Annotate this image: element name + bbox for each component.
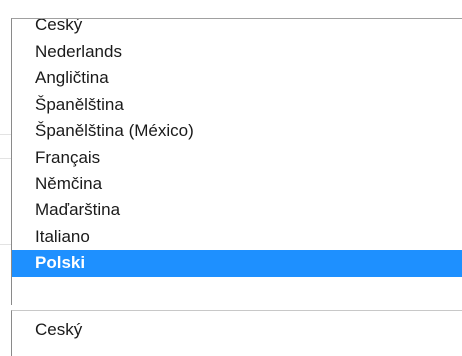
language-option-polski[interactable]: Polski — [12, 250, 462, 277]
language-option-spanelstina[interactable]: Španělština — [12, 92, 462, 118]
language-option-francais[interactable]: Français — [12, 145, 462, 171]
language-dropdown-list[interactable]: Ceský Nederlands Angličtina Španělština … — [11, 18, 462, 305]
language-option-madarstina[interactable]: Maďarština — [12, 197, 462, 223]
language-option-nemcina[interactable]: Němčina — [12, 171, 462, 197]
language-select-screen: Ceský Nederlands Angličtina Španělština … — [0, 0, 462, 356]
language-option-spanelstina-mexico[interactable]: Španělština (México) — [12, 118, 462, 144]
language-option-anglictina[interactable]: Angličtina — [12, 65, 462, 91]
language-select-value: Ceský — [35, 320, 83, 339]
language-select[interactable]: Ceský — [11, 310, 462, 356]
language-option-cesky[interactable]: Ceský — [12, 19, 462, 39]
language-option-italiano[interactable]: Italiano — [12, 224, 462, 250]
language-option-nederlands[interactable]: Nederlands — [12, 39, 462, 65]
